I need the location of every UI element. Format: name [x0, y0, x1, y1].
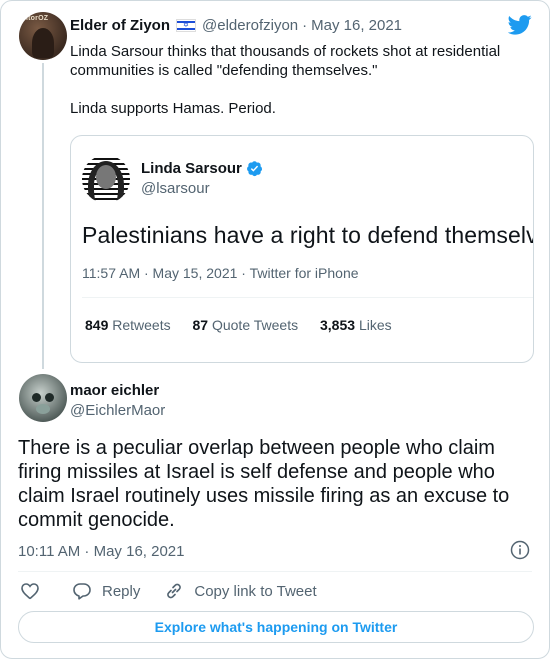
avatar-snout [36, 404, 50, 414]
main-author-name[interactable]: maor eichler [70, 382, 159, 399]
reply-bubble-icon [73, 583, 91, 600]
quoted-divider [82, 297, 533, 298]
parent-tweet-text: Linda Sarsour thinks that thousands of r… [70, 42, 530, 118]
quote-tweets-count: 87 [192, 317, 209, 333]
twitter-bird-icon[interactable] [508, 15, 532, 35]
israel-flag-icon: ✡ [176, 19, 197, 32]
avatar-logo-text: itorOZ [26, 15, 49, 22]
linda-sarsour-avatar[interactable] [82, 155, 130, 203]
quoted-tweet-text: Palestinians have a right to defend them… [82, 222, 534, 248]
quote-tweets-label: Quote Tweets [211, 317, 299, 333]
main-author-handle[interactable]: @EichlerMaor [70, 402, 165, 419]
parent-author-name[interactable]: Elder of Ziyon [70, 17, 170, 34]
main-tweet-text: There is a peculiar overlap between peop… [18, 437, 510, 531]
likes-label: Likes [358, 317, 392, 333]
likes-stat[interactable]: 3,853 Likes [320, 317, 392, 333]
reply-label: Reply [102, 582, 141, 600]
actions-divider [18, 571, 532, 572]
quote-tweets-stat[interactable]: 87 Quote Tweets [193, 317, 299, 333]
header-separator: · [302, 17, 308, 34]
maor-eichler-avatar[interactable] [19, 374, 67, 422]
avatar-eye-left [32, 393, 41, 402]
parent-tweet-paragraph-1: Linda Sarsour thinks that thousands of r… [70, 43, 501, 79]
quoted-author-name[interactable]: Linda Sarsour [141, 160, 242, 177]
thread-connector-line [42, 63, 44, 369]
likes-count: 3,853 [320, 317, 356, 333]
parent-tweet-paragraph-2: Linda supports Hamas. Period. [70, 100, 276, 117]
like-button[interactable] [20, 581, 40, 601]
quoted-author-handle[interactable]: @lsarsour [141, 180, 210, 197]
avatar-eye-right [45, 393, 54, 402]
quoted-author-name-row: Linda Sarsour [141, 160, 263, 177]
verified-badge-icon [246, 161, 262, 177]
retweets-count: 849 [85, 317, 109, 333]
explore-twitter-button[interactable]: Explore what's happening on Twitter [18, 611, 534, 643]
parent-tweet-header: Elder of Ziyon ✡ @elderofziyon · May 16,… [70, 17, 402, 34]
quoted-tweet-stats: 849 Retweets 87 Quote Tweets 3,853 Likes [85, 317, 410, 333]
quoted-tweet-card[interactable]: Linda Sarsour @lsarsour Palestinians hav… [70, 135, 534, 363]
elder-of-ziyon-avatar[interactable]: itorOZ [19, 12, 67, 60]
quoted-tweet-meta[interactable]: 11:57 AM · May 15, 2021 · Twitter for iP… [82, 265, 359, 281]
parent-tweet-date[interactable]: May 16, 2021 [311, 17, 402, 34]
retweets-label: Retweets [112, 317, 171, 333]
copy-link-button[interactable]: Copy link to Tweet [164, 581, 317, 601]
parent-author-handle[interactable]: @elderofziyon [202, 17, 298, 34]
retweets-stat[interactable]: 849 Retweets [85, 317, 171, 333]
main-tweet-timestamp[interactable]: 10:11 AM · May 16, 2021 [18, 543, 185, 560]
copy-link-label: Copy link to Tweet [194, 582, 317, 600]
tweet-actions-bar: Reply Copy link to Tweet [20, 581, 317, 601]
link-icon [167, 583, 182, 599]
heart-icon [21, 583, 39, 600]
tweet-embed-card: itorOZ Elder of Ziyon ✡ @elderofziyon · … [0, 0, 550, 659]
avatar-figure [32, 28, 54, 58]
avatar-face [96, 165, 116, 189]
info-icon[interactable] [510, 540, 530, 560]
reply-button[interactable]: Reply [72, 581, 140, 601]
